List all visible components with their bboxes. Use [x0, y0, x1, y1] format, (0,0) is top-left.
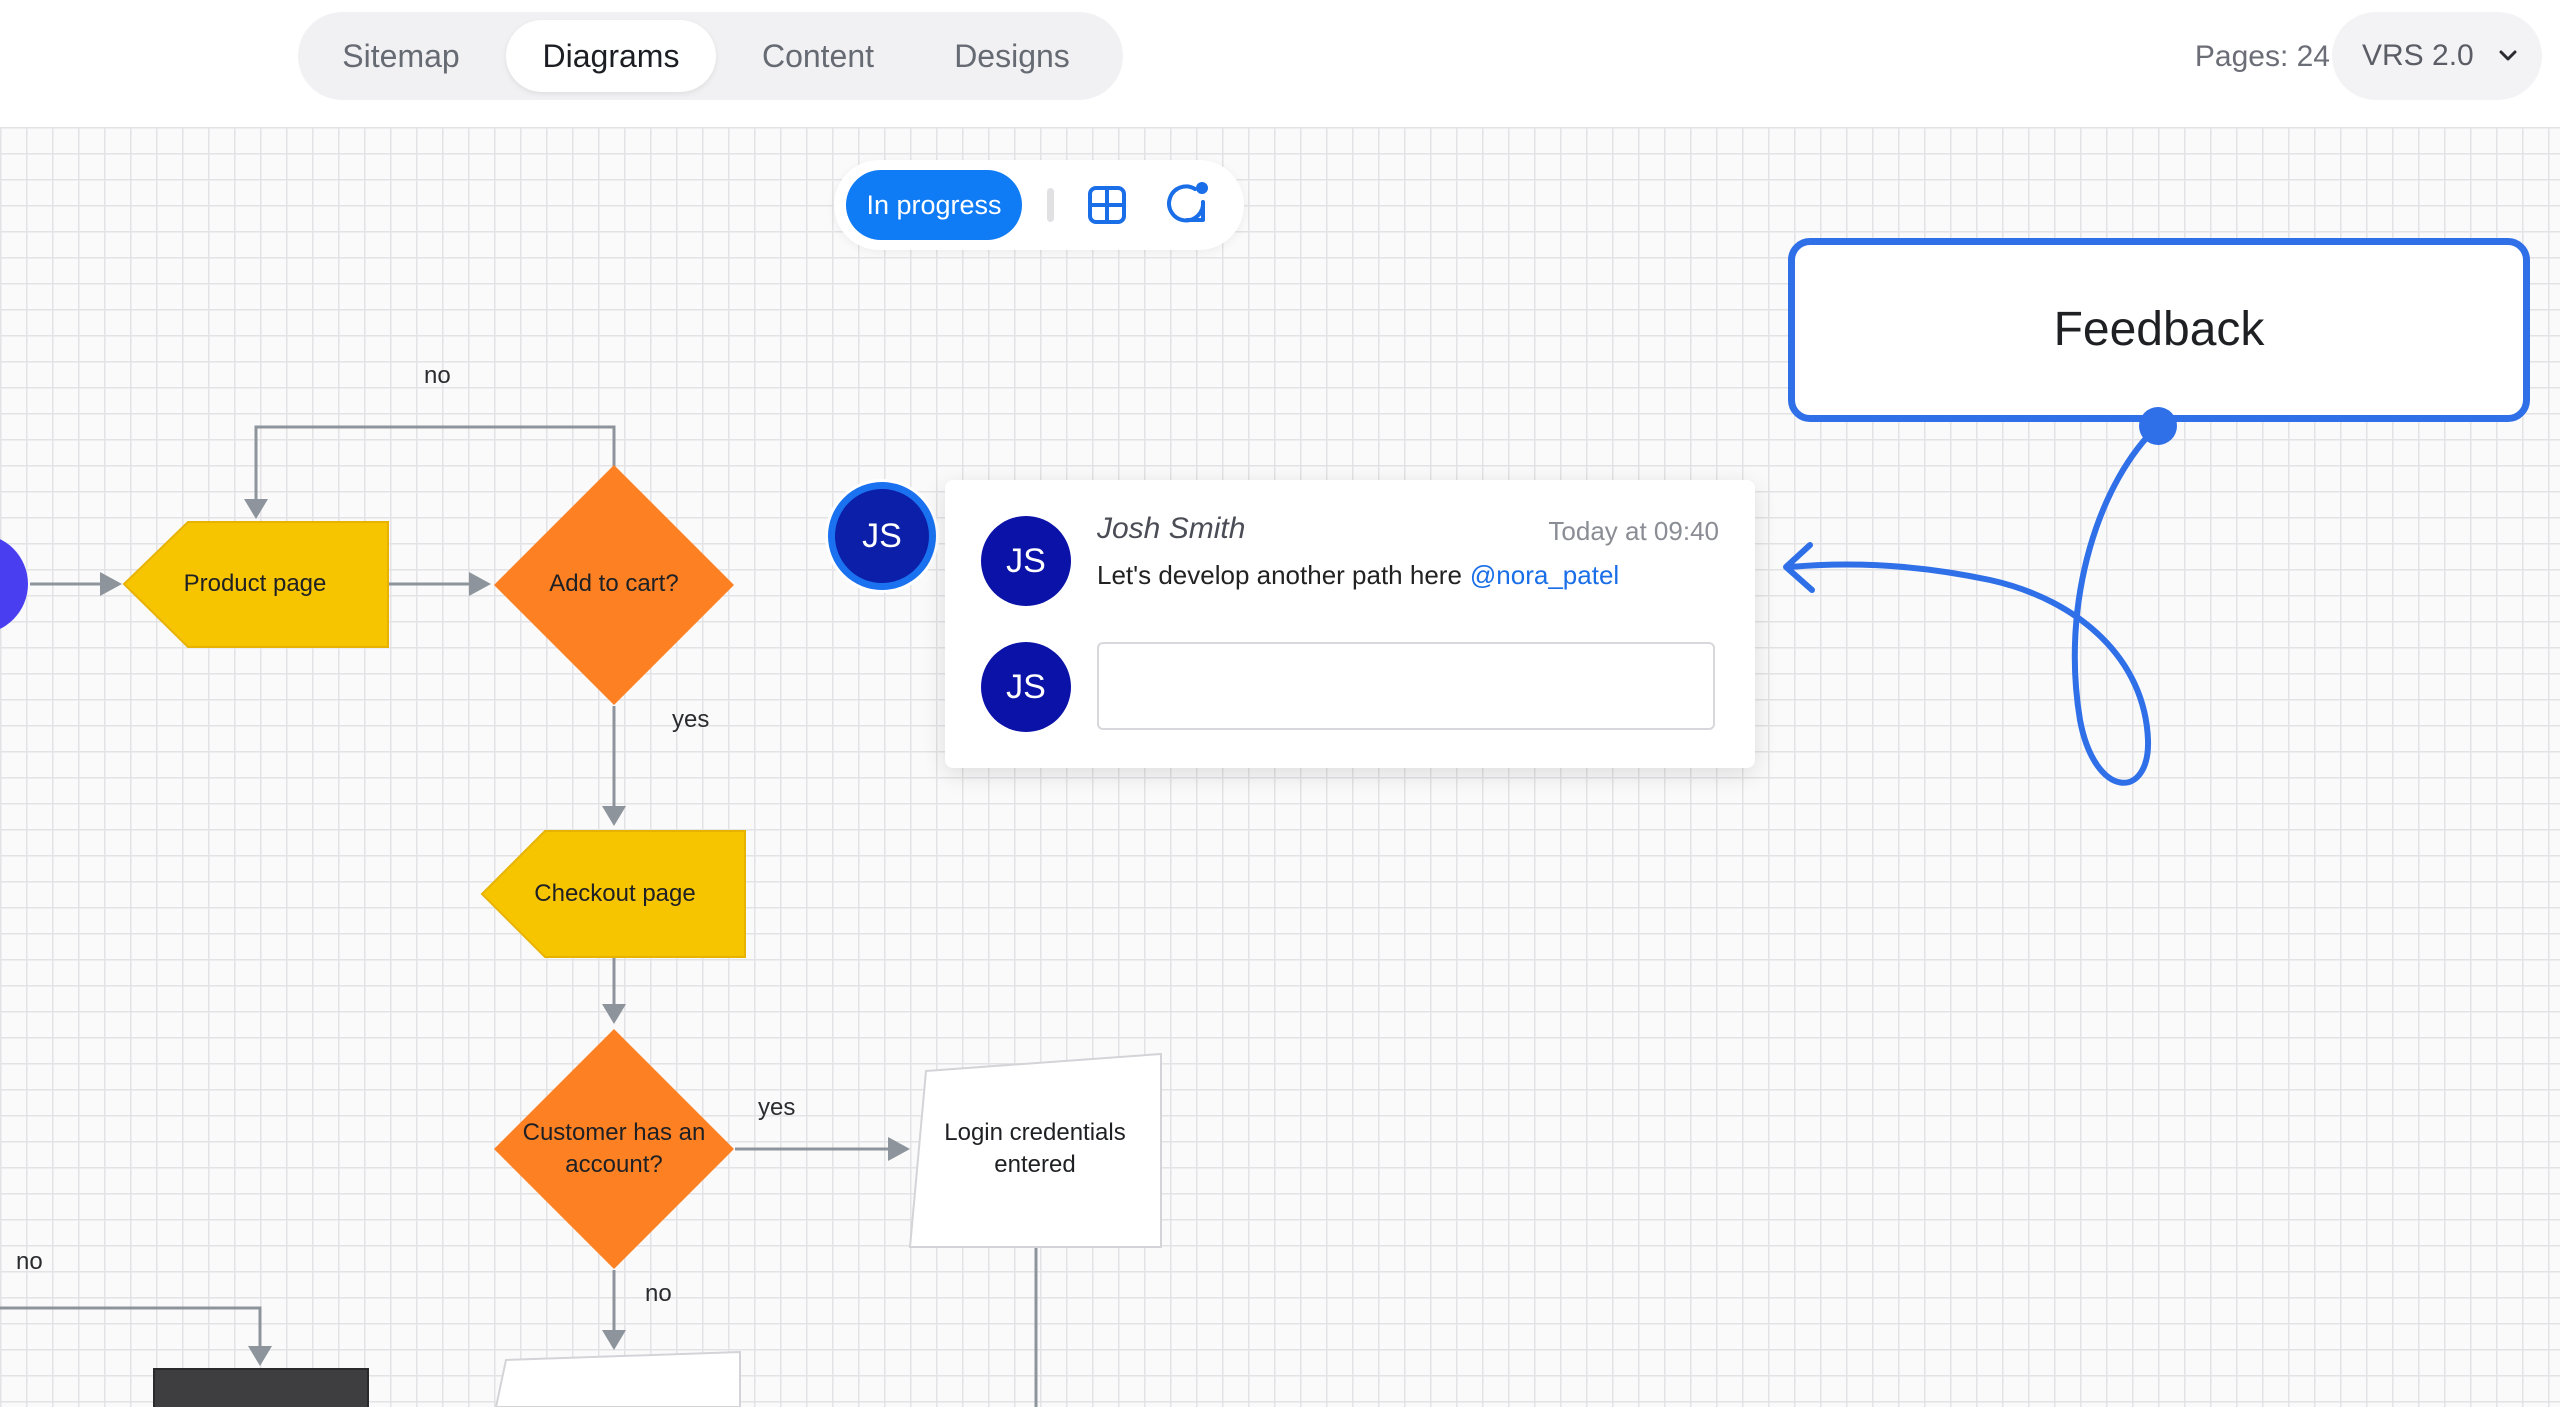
- comment-panel: JS Josh Smith Today at 09:40 Let's devel…: [945, 480, 1755, 768]
- avatar[interactable]: JS: [828, 482, 936, 590]
- top-bar: Sitemap Diagrams Content Designs Pages: …: [0, 0, 2560, 127]
- arrowhead: [602, 1004, 626, 1024]
- pages-count: Pages: 24: [2194, 40, 2330, 73]
- version-label: VRS 2.0: [2362, 39, 2474, 72]
- dark-node: [153, 1368, 369, 1407]
- avatar: JS: [981, 642, 1071, 732]
- view-tabs: Sitemap Diagrams Content Designs: [298, 12, 1123, 100]
- grid-view-icon[interactable]: [1082, 180, 1132, 230]
- connector-cart-no: [254, 425, 616, 509]
- arrowhead: [469, 572, 491, 596]
- arrowhead: [244, 499, 268, 519]
- comment-body: Let's develop another path here: [1097, 560, 1462, 590]
- add-to-cart-label: Add to cart?: [549, 570, 679, 597]
- comment-text: Let's develop another path here @nora_pat…: [1097, 560, 1619, 591]
- tab-designs[interactable]: Designs: [918, 20, 1106, 92]
- feedback-box[interactable]: Feedback: [1788, 238, 2530, 422]
- connector-left-no: [0, 1306, 262, 1356]
- edge-label-yes: yes: [672, 706, 710, 733]
- arrowhead: [100, 572, 122, 596]
- next-step-node: [494, 1350, 741, 1407]
- floating-toolbar: In progress: [834, 160, 1244, 250]
- edge-label-no: no: [424, 362, 451, 389]
- edge-label-no: no: [16, 1248, 43, 1275]
- feedback-arrow: [1787, 423, 2161, 786]
- tab-content[interactable]: Content: [730, 20, 906, 92]
- comment-author: Josh Smith: [1097, 512, 1246, 545]
- edge-label-no: no: [645, 1280, 672, 1307]
- status-button[interactable]: In progress: [846, 170, 1022, 240]
- comment-timestamp: Today at 09:40: [1548, 516, 1719, 546]
- login-entered-label: Login credentials entered: [944, 1119, 1126, 1178]
- tab-sitemap[interactable]: Sitemap: [312, 20, 490, 92]
- arrowhead: [602, 806, 626, 826]
- connection-handle[interactable]: [2138, 406, 2178, 446]
- product-page-label: Product page: [183, 570, 327, 597]
- checkout-page-label: Checkout page: [534, 880, 696, 907]
- arrowhead: [888, 1137, 910, 1161]
- reply-input[interactable]: [1097, 642, 1715, 730]
- arrowhead: [602, 1330, 626, 1350]
- version-dropdown[interactable]: VRS 2.0: [2332, 12, 2542, 100]
- tab-diagrams[interactable]: Diagrams: [506, 20, 716, 92]
- toolbar-divider: [1047, 188, 1054, 222]
- comment-notification-icon[interactable]: [1162, 180, 1212, 230]
- has-account-label: Customer has an account?: [522, 1119, 706, 1178]
- chevron-down-icon: [2499, 50, 2517, 61]
- start-node: [0, 539, 28, 629]
- arrowhead: [248, 1346, 272, 1366]
- mention-link[interactable]: @nora_patel: [1470, 560, 1619, 590]
- avatar: JS: [981, 516, 1071, 606]
- edge-label-yes: yes: [758, 1094, 796, 1121]
- feedback-label: Feedback: [2053, 303, 2265, 356]
